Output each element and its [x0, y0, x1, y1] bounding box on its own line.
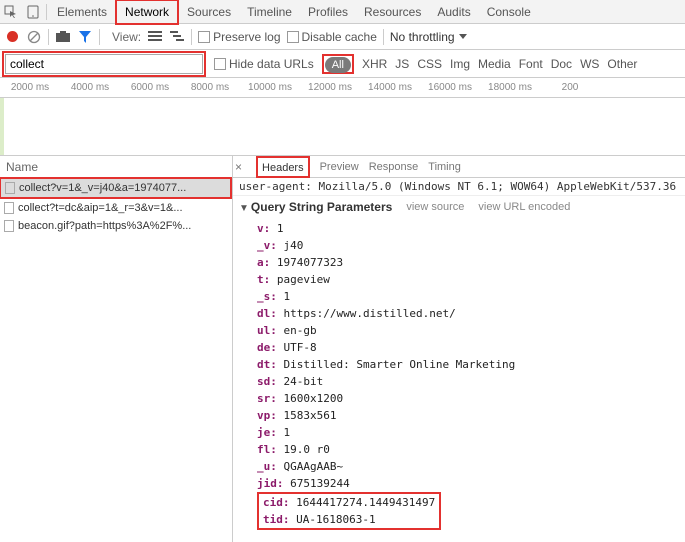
- column-header-name[interactable]: Name: [0, 156, 232, 178]
- filter-type-js[interactable]: JS: [395, 57, 409, 71]
- throttling-label: No throttling: [390, 30, 455, 44]
- filter-type-doc[interactable]: Doc: [551, 57, 572, 71]
- network-toolbar: View: Preserve log Disable cache No thro…: [0, 24, 685, 50]
- param-_u: _u: QGAAgAAB~: [257, 458, 685, 475]
- tab-timeline[interactable]: Timeline: [239, 1, 300, 23]
- highlighted-cid-tid: cid: 1644417274.1449431497tid: UA-161806…: [257, 492, 441, 530]
- detail-tab-response[interactable]: Response: [369, 161, 419, 173]
- timeline-tick: 6000 ms: [120, 82, 180, 93]
- timeline-tick: 16000 ms: [420, 82, 480, 93]
- param-_s: _s: 1: [257, 288, 685, 305]
- param-cid: cid: 1644417274.1449431497: [263, 494, 435, 511]
- param-de: de: UTF-8: [257, 339, 685, 356]
- param-dl: dl: https://www.distilled.net/: [257, 305, 685, 322]
- tab-console[interactable]: Console: [479, 1, 539, 23]
- tab-network[interactable]: Network: [115, 0, 179, 25]
- preserve-log-label: Preserve log: [213, 30, 280, 44]
- request-detail-pane: × Headers Preview Response Timing user-a…: [233, 156, 685, 542]
- filter-type-font[interactable]: Font: [519, 57, 543, 71]
- document-icon: [4, 202, 14, 214]
- timeline-tick: 12000 ms: [300, 82, 360, 93]
- filter-bar: Hide data URLs All XHR JS CSS Img Media …: [0, 50, 685, 78]
- param-je: je: 1: [257, 424, 685, 441]
- inspect-icon[interactable]: [0, 1, 22, 23]
- filter-type-xhr[interactable]: XHR: [362, 57, 387, 71]
- disable-cache-label: Disable cache: [302, 30, 377, 44]
- hide-data-urls-checkbox[interactable]: Hide data URLs: [214, 57, 314, 71]
- throttling-select[interactable]: No throttling: [390, 30, 467, 44]
- timeline-tick: 200: [540, 82, 600, 93]
- timeline-tick: 18000 ms: [480, 82, 540, 93]
- filter-input[interactable]: [5, 54, 203, 74]
- filter-type-css[interactable]: CSS: [417, 57, 442, 71]
- request-list-pane: Name collect?v=1&_v=j40&a=1974077... col…: [0, 156, 233, 542]
- request-row[interactable]: beacon.gif?path=https%3A%2F%...: [0, 217, 232, 235]
- document-icon: [5, 182, 15, 194]
- detail-tab-timing[interactable]: Timing: [428, 161, 461, 173]
- user-agent-header: user-agent: Mozilla/5.0 (Windows NT 6.1;…: [233, 178, 685, 196]
- view-label: View:: [112, 30, 141, 44]
- view-list-icon[interactable]: [147, 29, 163, 45]
- detail-tab-headers[interactable]: Headers: [262, 162, 304, 174]
- preserve-log-checkbox[interactable]: Preserve log: [198, 30, 280, 44]
- request-name: beacon.gif?path=https%3A%2F%...: [18, 220, 191, 232]
- close-detail-icon[interactable]: ×: [235, 160, 242, 174]
- param-vp: vp: 1583x561: [257, 407, 685, 424]
- request-row[interactable]: collect?v=1&_v=j40&a=1974077...: [1, 179, 230, 197]
- tab-audits[interactable]: Audits: [429, 1, 478, 23]
- query-params: v: 1_v: j40a: 1974077323t: pageview_s: 1…: [233, 218, 685, 536]
- disclosure-triangle-icon: ▼: [239, 203, 249, 214]
- query-string-section-header[interactable]: ▼Query String Parameters view source vie…: [233, 196, 685, 218]
- param-fl: fl: 19.0 r0: [257, 441, 685, 458]
- qs-title: Query String Parameters: [251, 200, 392, 214]
- timeline-tick: 8000 ms: [180, 82, 240, 93]
- filter-type-ws[interactable]: WS: [580, 57, 599, 71]
- view-source-link[interactable]: view source: [406, 201, 464, 213]
- document-icon: [4, 220, 14, 232]
- view-url-encoded-link[interactable]: view URL encoded: [478, 201, 570, 213]
- request-name: collect?v=1&_v=j40&a=1974077...: [19, 182, 186, 194]
- request-row[interactable]: collect?t=dc&aip=1&_r=3&v=1&...: [0, 199, 232, 217]
- tab-sources[interactable]: Sources: [179, 1, 239, 23]
- param-ul: ul: en-gb: [257, 322, 685, 339]
- request-name: collect?t=dc&aip=1&_r=3&v=1&...: [18, 202, 183, 214]
- param-t: t: pageview: [257, 271, 685, 288]
- filter-type-other[interactable]: Other: [607, 57, 637, 71]
- param-dt: dt: Distilled: Smarter Online Marketing: [257, 356, 685, 373]
- param-_v: _v: j40: [257, 237, 685, 254]
- param-jid: jid: 675139244: [257, 475, 685, 492]
- param-sr: sr: 1600x1200: [257, 390, 685, 407]
- disable-cache-checkbox[interactable]: Disable cache: [287, 30, 377, 44]
- param-v: v: 1: [257, 220, 685, 237]
- hide-data-label: Hide data URLs: [229, 57, 314, 71]
- filter-icon[interactable]: [77, 29, 93, 45]
- device-icon[interactable]: [22, 1, 44, 23]
- record-button[interactable]: [4, 29, 20, 45]
- tab-resources[interactable]: Resources: [356, 1, 429, 23]
- devtools-tabbar: Elements Network Sources Timeline Profil…: [0, 0, 685, 24]
- detail-tab-preview[interactable]: Preview: [320, 161, 359, 173]
- param-tid: tid: UA-1618063-1: [263, 511, 435, 528]
- timeline-tick: 14000 ms: [360, 82, 420, 93]
- waterfall-overview[interactable]: [0, 98, 685, 156]
- timeline-tick: 10000 ms: [240, 82, 300, 93]
- filter-type-all[interactable]: All: [325, 57, 351, 73]
- tab-elements[interactable]: Elements: [49, 1, 115, 23]
- view-waterfall-icon[interactable]: [169, 29, 185, 45]
- detail-tabs: × Headers Preview Response Timing: [233, 156, 685, 178]
- param-sd: sd: 24-bit: [257, 373, 685, 390]
- timeline-tick: 2000 ms: [0, 82, 60, 93]
- timeline-tick: 4000 ms: [60, 82, 120, 93]
- filter-type-img[interactable]: Img: [450, 57, 470, 71]
- filter-type-media[interactable]: Media: [478, 57, 511, 71]
- timeline-ruler: 2000 ms 4000 ms 6000 ms 8000 ms 10000 ms…: [0, 78, 685, 98]
- tab-profiles[interactable]: Profiles: [300, 1, 356, 23]
- capture-icon[interactable]: [55, 29, 71, 45]
- clear-button[interactable]: [26, 29, 42, 45]
- param-a: a: 1974077323: [257, 254, 685, 271]
